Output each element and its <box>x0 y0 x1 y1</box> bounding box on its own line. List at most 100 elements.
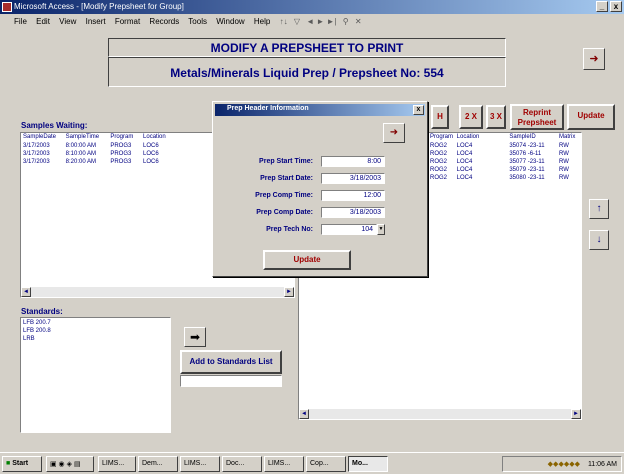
cell-program: PROG3 <box>110 143 132 149</box>
window-titlebar: Microsoft Access - [Modify Prepsheet for… <box>0 0 624 14</box>
cell-date: 3/17/2003 <box>23 159 50 165</box>
taskbar-item[interactable]: LIMS... <box>98 456 136 472</box>
menu-tools[interactable]: Tools <box>188 17 207 26</box>
taskbar: ■ Start ▣ ◉ ◈ ▤ LIMS... Dem... LIMS... D… <box>0 452 624 474</box>
cell-program: ROG2 <box>430 143 448 149</box>
taskbar-item[interactable]: LIMS... <box>264 456 304 472</box>
record-nav-icon[interactable]: ◄ ► ►| <box>306 17 336 26</box>
dialog-update-button[interactable]: Update <box>263 250 351 270</box>
menu-help[interactable]: Help <box>254 17 270 26</box>
cell-location: LOC6 <box>143 159 159 165</box>
col-program: Program <box>430 134 454 140</box>
cell-sampleid: 35080 -23-11 <box>509 175 545 181</box>
cell-location: LOC4 <box>456 151 473 157</box>
dropdown-arrow-icon[interactable]: ▼ <box>377 224 385 235</box>
taskbar-item[interactable]: Dem... <box>138 456 178 472</box>
cell-location: LOC4 <box>456 159 473 165</box>
nav-first-button[interactable]: H <box>431 105 449 129</box>
taskbar-item[interactable]: LIMS... <box>180 456 220 472</box>
update-button[interactable]: Update <box>567 104 615 130</box>
col-sampleid: SampleID <box>509 134 536 140</box>
sort-ascending-icon[interactable]: ↑↓ <box>280 17 288 26</box>
samples-scrollbar[interactable]: ◄ ► <box>21 287 294 297</box>
table-row[interactable]: ROG2 LOC4 35077 -23-11 RW <box>430 159 583 165</box>
cell-location: LOC4 <box>456 143 473 149</box>
cell-matrix: RW <box>559 167 569 173</box>
scroll-left-icon[interactable]: ◄ <box>299 409 309 419</box>
menu-file[interactable]: File <box>14 17 27 26</box>
cell-sampleid: 35076 -6-11 <box>509 151 542 157</box>
cell-time: 8:10:00 AM <box>65 151 97 157</box>
access-app-icon <box>2 2 12 12</box>
col-program: Program <box>110 134 134 140</box>
prep-tech-no-field[interactable]: 104 <box>321 224 377 235</box>
page-title: MODIFY A PREPSHEET TO PRINT <box>108 38 506 57</box>
prep-start-date-field[interactable]: 3/18/2003 <box>321 173 385 184</box>
col-sampletime: SampleTime <box>65 134 100 140</box>
two-x-button[interactable]: 2 X <box>459 105 483 129</box>
cell-matrix: RW <box>559 151 569 157</box>
minimize-button[interactable]: _ <box>596 1 608 12</box>
quick-launch-icons[interactable]: ▣ ◉ ◈ ▤ <box>46 456 94 472</box>
menu-window[interactable]: Window <box>216 17 244 26</box>
prep-comp-date-field[interactable]: 3/18/2003 <box>321 207 385 218</box>
standards-label: Standards: <box>21 307 63 316</box>
standards-input[interactable] <box>180 375 282 387</box>
cell-location: LOC6 <box>143 151 159 157</box>
filter-icon[interactable]: ▽ <box>294 17 300 26</box>
standards-list[interactable]: LFB 200.7 LFB 200.8 LRB <box>20 317 171 433</box>
col-location: Location <box>456 134 480 140</box>
scroll-right-icon[interactable]: ► <box>571 409 581 419</box>
prep-start-date-label: Prep Start Date: <box>260 175 313 182</box>
cell-location: LOC4 <box>456 167 473 173</box>
prep-start-time-field[interactable]: 8:00 <box>321 156 385 167</box>
prep-comp-time-field[interactable]: 12:00 <box>321 190 385 201</box>
cell-program: ROG2 <box>430 159 448 165</box>
table-row[interactable]: ROG2 LOC4 35080 -23-11 RW <box>430 175 583 181</box>
table-row[interactable]: ROG2 LOC4 35079 -23-11 RW <box>430 167 583 173</box>
find-icon[interactable]: ⚲ <box>343 17 349 26</box>
scroll-left-icon[interactable]: ◄ <box>21 287 31 297</box>
reprint-prepsheet-button[interactable]: Reprint Prepsheet <box>510 104 564 130</box>
add-to-standards-button[interactable]: Add to Standards List <box>180 350 282 374</box>
cell-matrix: RW <box>559 175 569 181</box>
taskbar-item-active[interactable]: Mo... <box>348 456 388 472</box>
col-matrix: Matrix <box>559 134 576 140</box>
list-item[interactable]: LFB 200.7 <box>23 320 51 326</box>
menu-edit[interactable]: Edit <box>36 17 50 26</box>
cell-time: 8:20:00 AM <box>65 159 97 165</box>
close-window-button[interactable]: x <box>610 1 622 12</box>
menu-records[interactable]: Records <box>149 17 179 26</box>
start-label: Start <box>12 460 29 467</box>
table-row[interactable]: ROG2 LOC4 35074 -23-11 RW <box>430 143 583 149</box>
cell-sampleid: 35077 -23-11 <box>509 159 545 165</box>
cell-date: 3/17/2003 <box>23 151 50 157</box>
table-row[interactable]: 3/17/2003 8:20:00 AM PROG3 LOC6 <box>23 159 183 165</box>
move-up-icon[interactable]: ↑ <box>589 199 609 219</box>
taskbar-item[interactable]: Doc... <box>222 456 262 472</box>
list-item[interactable]: LFB 200.8 <box>23 328 51 334</box>
windows-logo-icon: ■ <box>6 460 11 467</box>
dialog-exit-icon[interactable]: ➜ <box>383 123 405 143</box>
start-button[interactable]: ■ Start <box>2 456 42 472</box>
move-down-icon[interactable]: ↓ <box>589 230 609 250</box>
exit-door-icon[interactable]: ➜ <box>583 48 605 70</box>
tray-icons[interactable]: ◆◆◆◆◆◆ <box>548 461 580 468</box>
table-row[interactable]: ROG2 LOC4 35076 -6-11 RW <box>430 151 583 157</box>
menu-view[interactable]: View <box>59 17 76 26</box>
prep-grid-scrollbar[interactable]: ◄ ► <box>299 409 581 419</box>
prep-comp-time-label: Prep Comp Time: <box>255 192 313 199</box>
list-item[interactable]: LRB <box>23 336 35 342</box>
prep-header-dialog: Prep Header Information x ➜ Prep Start T… <box>212 101 428 277</box>
table-row[interactable]: 3/17/2003 8:10:00 AM PROG3 LOC6 <box>23 151 183 157</box>
delete-record-icon[interactable]: ✕ <box>355 17 362 26</box>
menu-insert[interactable]: Insert <box>86 17 106 26</box>
dialog-close-button[interactable]: x <box>413 105 424 115</box>
menu-format[interactable]: Format <box>115 17 140 26</box>
three-x-button[interactable]: 3 X <box>486 105 506 129</box>
table-row[interactable]: 3/17/2003 8:00:00 AM PROG3 LOC6 <box>23 143 183 149</box>
prep-start-time-label: Prep Start Time: <box>259 158 313 165</box>
scroll-right-icon[interactable]: ► <box>284 287 294 297</box>
move-right-arrow-icon[interactable]: ➡ <box>184 327 206 347</box>
taskbar-item[interactable]: Cop... <box>306 456 346 472</box>
